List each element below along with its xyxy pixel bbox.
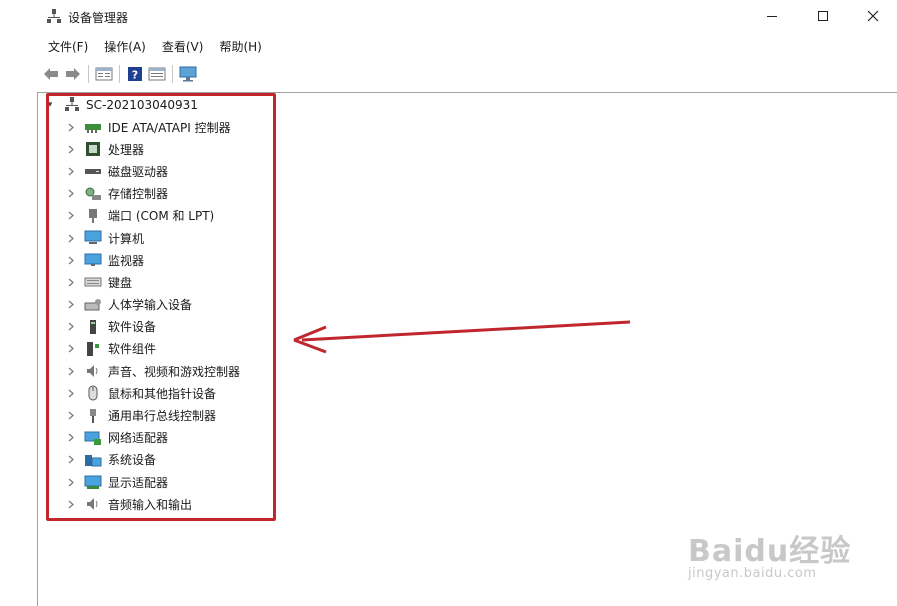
close-icon [867, 10, 879, 22]
back-icon [44, 68, 58, 80]
help-icon: ? [128, 67, 142, 82]
maximize-icon [818, 11, 828, 21]
close-button[interactable] [853, 4, 893, 28]
help-button[interactable]: ? [124, 63, 146, 85]
monitor-icon [179, 66, 197, 82]
forward-button[interactable] [62, 63, 84, 85]
title-bar: 设备管理器 [0, 0, 897, 34]
menu-bar: 文件(F) 操作(A) 查看(V) 帮助(H) [40, 36, 270, 58]
svg-text:?: ? [132, 69, 138, 82]
view-button[interactable] [146, 63, 168, 85]
menu-view[interactable]: 查看(V) [154, 36, 212, 58]
watermark-url: jingyan.baidu.com [688, 566, 817, 581]
device-manager-icon [46, 8, 62, 24]
annotation-arrow [293, 320, 631, 354]
annotation-highlight-box [46, 93, 276, 521]
watermark-logo: Baidu经验 [688, 534, 852, 569]
view-icon [148, 67, 166, 81]
properties-button[interactable] [93, 63, 115, 85]
maximize-button[interactable] [803, 4, 843, 28]
baidu-watermark: Baidu经验 jingyan.baidu.com [688, 508, 858, 588]
menu-action[interactable]: 操作(A) [96, 36, 154, 58]
toolbar: ? [40, 62, 199, 86]
back-button[interactable] [40, 63, 62, 85]
properties-icon [95, 67, 113, 81]
menu-file[interactable]: 文件(F) [40, 36, 96, 58]
toolbar-separator [119, 65, 120, 83]
scan-hardware-button[interactable] [177, 63, 199, 85]
window-title: 设备管理器 [68, 11, 129, 25]
menu-help[interactable]: 帮助(H) [211, 36, 269, 58]
toolbar-separator [88, 65, 89, 83]
minimize-icon [767, 16, 777, 17]
forward-icon [66, 68, 80, 80]
minimize-button[interactable] [752, 4, 792, 28]
toolbar-separator [172, 65, 173, 83]
